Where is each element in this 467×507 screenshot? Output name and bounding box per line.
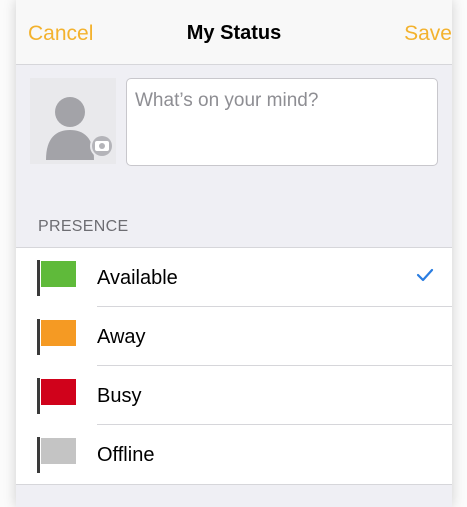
navigation-bar: Cancel My Status Save — [16, 0, 452, 65]
flag-fill — [41, 379, 76, 405]
flag-icon — [37, 319, 76, 355]
status-sheet: Cancel My Status Save PRESENCE Available — [16, 0, 452, 507]
presence-option-label: Available — [97, 267, 178, 289]
flag-fill — [41, 261, 76, 287]
flag-fill — [41, 438, 76, 464]
presence-option-offline[interactable]: Offline — [16, 425, 452, 484]
save-button[interactable]: Save — [404, 22, 452, 46]
checkmark-icon — [416, 268, 434, 282]
presence-option-label: Offline — [97, 444, 155, 466]
presence-section-header: PRESENCE — [38, 218, 129, 235]
avatar[interactable] — [30, 78, 116, 164]
flag-icon — [37, 260, 76, 296]
status-input[interactable] — [126, 78, 438, 166]
presence-option-away[interactable]: Away — [16, 307, 452, 366]
presence-option-busy[interactable]: Busy — [16, 366, 452, 425]
presence-option-label: Busy — [97, 385, 142, 407]
flag-fill — [41, 320, 76, 346]
presence-list: Available Away Busy Offline — [16, 247, 452, 485]
cancel-button[interactable]: Cancel — [28, 22, 93, 46]
flag-icon — [37, 378, 76, 414]
presence-option-label: Away — [97, 326, 146, 348]
flag-icon — [37, 437, 76, 473]
presence-option-available[interactable]: Available — [16, 248, 452, 307]
camera-icon — [90, 134, 114, 158]
